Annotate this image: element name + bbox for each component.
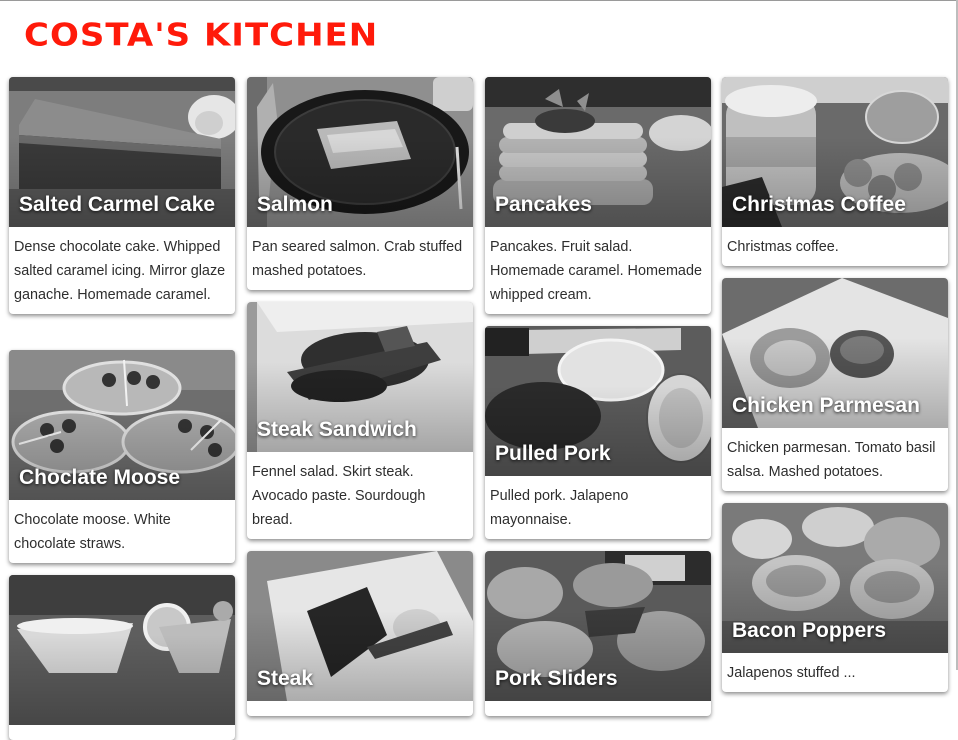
recipe-description (9, 725, 235, 740)
recipe-photo: Bacon Poppers (722, 503, 948, 653)
recipe-title: Chicken Parmesan (732, 394, 920, 417)
recipe-title: Christmas Coffee (732, 193, 906, 216)
recipe-description: Pancakes. Fruit salad. Homemade caramel.… (490, 239, 702, 303)
recipe-photo: Pulled Pork (485, 326, 711, 476)
recipe-description: Pulled pork. Jalapeno mayonnaise. (490, 488, 629, 528)
recipe-title: Salted Carmel Cake (19, 193, 216, 216)
recipe-photo: Salmon (247, 77, 473, 227)
recipe-description (247, 701, 473, 716)
recipe-title: Pork Sliders (495, 667, 618, 690)
recipe-photo: Choclate Moose (9, 350, 235, 500)
recipe-card-chicken-parmesan[interactable]: Chicken Parmesan Chicken parmesan. Tomat… (722, 278, 948, 491)
recipe-photo: Steak (247, 551, 473, 701)
recipe-card-bacon-poppers[interactable]: Bacon Poppers Jalapenos stuffed ... (722, 503, 948, 692)
recipe-photo: Chicken Parmesan (722, 278, 948, 428)
recipe-photo: Christmas Coffee (722, 77, 948, 227)
recipe-title: Pancakes (495, 193, 592, 216)
recipe-title: Pulled Pork (495, 442, 611, 465)
window-top-border (0, 0, 958, 1)
recipe-description: Fennel salad. Skirt steak. Avocado paste… (252, 464, 426, 528)
recipe-photo: Pancakes (485, 77, 711, 227)
recipe-card-choclate-moose[interactable]: Choclate Moose Chocolate moose. White ch… (9, 350, 235, 563)
recipe-description (485, 701, 711, 716)
recipe-description: Dense chocolate cake. Whipped salted car… (14, 239, 226, 303)
recipe-card-pulled-pork[interactable]: Pulled Pork Pulled pork. Jalapeno mayonn… (485, 326, 711, 539)
recipe-card-steak[interactable]: Steak (247, 551, 473, 716)
recipe-description: Chicken parmesan. Tomato basil salsa. Ma… (727, 440, 936, 480)
recipe-title: Bacon Poppers (732, 619, 887, 642)
recipe-card-steak-sandwich[interactable]: Steak Sandwich Fennel salad. Skirt steak… (247, 302, 473, 539)
recipe-card-pancakes[interactable]: Pancakes Pancakes. Fruit salad. Homemade… (485, 77, 711, 314)
recipe-card-pork-sliders[interactable]: Pork Sliders (485, 551, 711, 716)
recipe-card-salmon[interactable]: Salmon Pan seared salmon. Crab stuffed m… (247, 77, 473, 290)
recipe-description: Pan seared salmon. Crab stuffed mashed p… (252, 239, 463, 279)
recipe-title: Steak (257, 667, 314, 690)
recipe-description: Christmas coffee. (727, 239, 839, 255)
recipe-card-christmas-coffee[interactable]: Christmas Coffee Christmas coffee. (722, 77, 948, 266)
recipe-title: Choclate Moose (19, 466, 181, 489)
recipe-photo: Steak Sandwich (247, 302, 473, 452)
site-title: COSTA'S KITCHEN (24, 17, 379, 54)
recipe-description: Chocolate moose. White chocolate straws. (14, 512, 171, 552)
recipe-title: Salmon (257, 193, 333, 216)
recipe-description: Jalapenos stuffed ... (727, 665, 856, 681)
recipe-photo: Salted Carmel Cake (9, 77, 235, 227)
recipe-photo: Pork Sliders (485, 551, 711, 701)
recipe-card-salted-carmel-cake[interactable]: Salted Carmel Cake Dense chocolate cake.… (9, 77, 235, 314)
recipe-title: Steak Sandwich (257, 418, 417, 441)
recipe-photo (9, 575, 235, 725)
recipe-card-margarita[interactable] (9, 575, 235, 740)
